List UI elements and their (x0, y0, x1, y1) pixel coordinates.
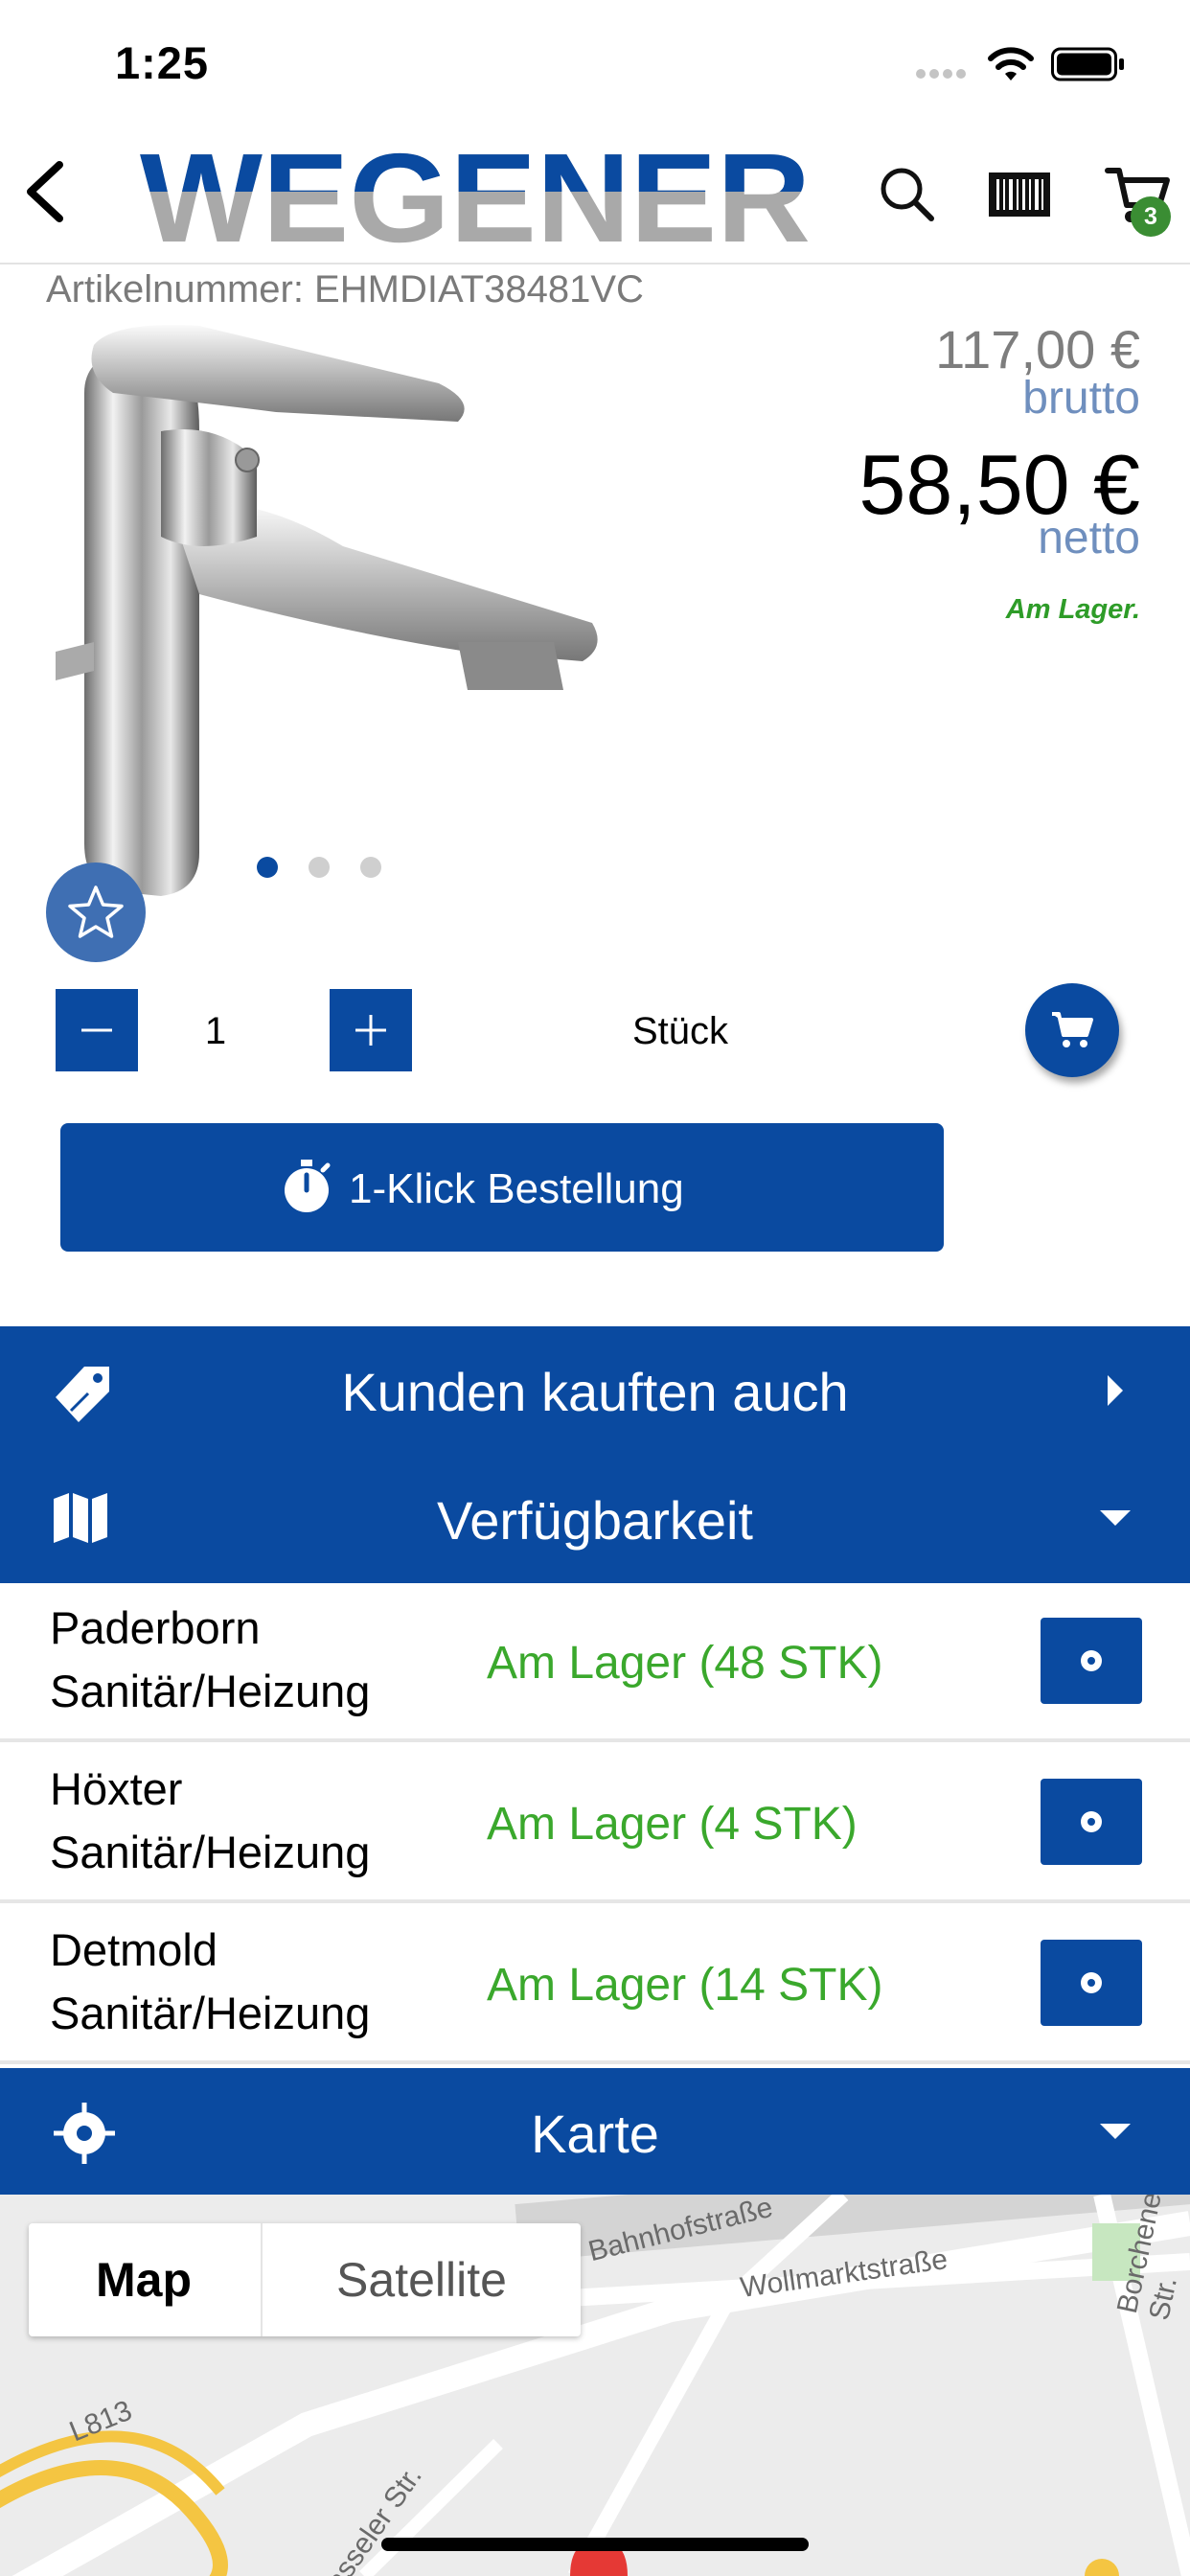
branch-name: Höxter Sanitär/Heizung (50, 1763, 371, 1877)
quantity-value[interactable]: 1 (182, 1010, 249, 1053)
branch-name: Detmold Sanitär/Heizung (50, 1924, 371, 2038)
unit-label: Stück (632, 1010, 729, 1052)
availability-row: Paderborn Sanitär/Heizung Am Lager (48 S… (0, 1583, 1190, 1742)
branch-name: Paderborn Sanitär/Heizung (50, 1602, 371, 1716)
location-target-icon (1081, 1650, 1102, 1671)
image-pager-dot-active[interactable] (257, 857, 278, 878)
section-availability[interactable]: Verfügbarkeit (0, 1455, 1190, 1583)
section-title: Karte (531, 2104, 659, 2164)
status-time: 1:25 (115, 37, 210, 88)
plus-icon (355, 1015, 386, 1046)
chevron-down-icon (1100, 1510, 1131, 1526)
image-pager-dot[interactable] (360, 857, 381, 878)
battery-icon (1051, 47, 1124, 81)
add-to-cart-button[interactable] (1025, 983, 1119, 1077)
back-icon[interactable] (17, 153, 75, 230)
branch-stock: Am Lager (14 STK) (487, 1960, 883, 2011)
wifi-icon (988, 47, 1034, 80)
branch-stock: Am Lager (48 STK) (487, 1638, 883, 1689)
product-image[interactable] (56, 316, 611, 910)
branch-stock: Am Lager (4 STK) (487, 1799, 858, 1850)
cellular-signal-icon (916, 69, 966, 79)
image-pager-dot[interactable] (309, 857, 330, 878)
section-map[interactable]: Karte (0, 2068, 1190, 2195)
location-target-icon (1081, 1811, 1102, 1832)
one-click-order-label: 1-Klick Bestellung (349, 1165, 684, 1212)
quantity-decrease-button[interactable] (56, 989, 138, 1071)
star-icon (68, 886, 124, 938)
wegener-logo: WEGENER WEGENER (140, 134, 811, 257)
locate-branch-button[interactable] (1041, 1779, 1142, 1865)
chevron-down-icon (1100, 2124, 1131, 2139)
section-customers-also-bought[interactable]: Kunden kauften auch (0, 1326, 1190, 1455)
favorite-button[interactable] (46, 862, 146, 962)
home-indicator (381, 2538, 809, 2551)
stopwatch-icon (285, 1160, 331, 1212)
minus-icon (81, 1028, 112, 1032)
location-target-icon (1081, 1972, 1102, 1993)
map-type-satellite-tab[interactable]: Satellite (261, 2223, 581, 2336)
locate-branch-button[interactable] (1041, 1940, 1142, 2026)
availability-row: Höxter Sanitär/Heizung Am Lager (4 STK) (0, 1744, 1190, 1903)
availability-row: Detmold Sanitär/Heizung Am Lager (14 STK… (0, 1905, 1190, 2064)
section-title: Verfügbarkeit (437, 1490, 753, 1551)
article-number: Artikelnummer: EHMDIAT38481VC (46, 268, 644, 310)
price-gross-label: brutto (1022, 373, 1140, 424)
barcode-scanner-icon[interactable] (989, 172, 1050, 217)
stock-status: Am Lager. (1005, 594, 1140, 625)
map-type-map-tab[interactable]: Map (29, 2223, 259, 2336)
chevron-right-icon (1108, 1375, 1123, 1406)
section-title: Kunden kauften auch (341, 1362, 849, 1422)
locate-branch-button[interactable] (1041, 1618, 1142, 1704)
search-icon[interactable] (874, 161, 941, 228)
cart-icon (1052, 1012, 1093, 1047)
quantity-increase-button[interactable] (330, 989, 412, 1071)
price-net-label: netto (1038, 513, 1140, 564)
cart-count-badge: 3 (1131, 196, 1171, 237)
